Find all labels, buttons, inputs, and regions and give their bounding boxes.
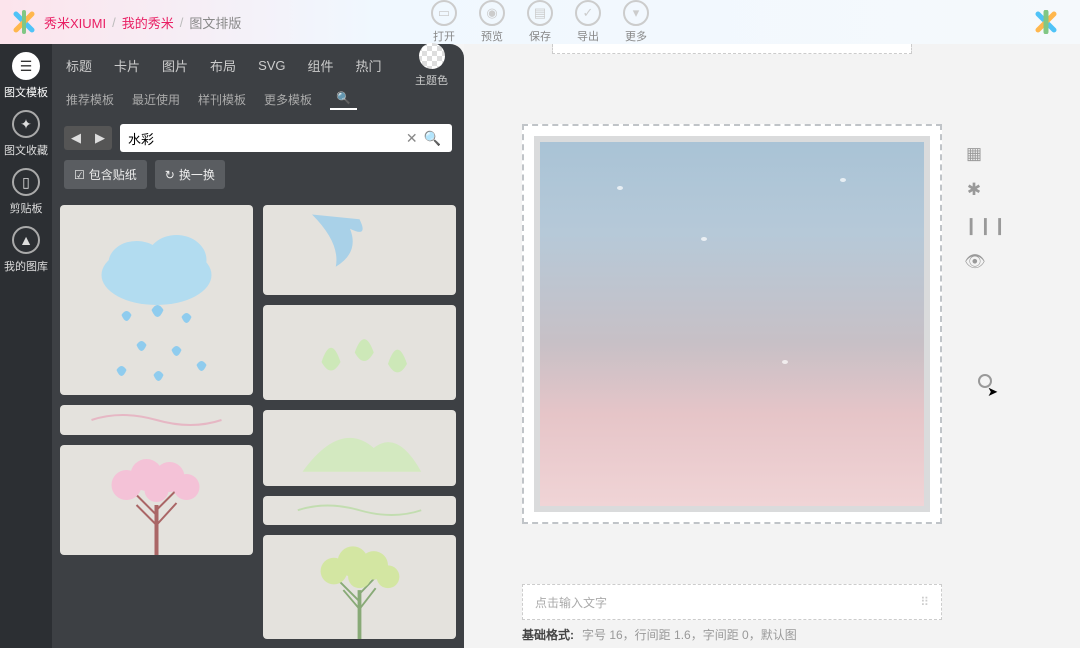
canvas-area: ▦ ✱ ❙❙❙ 👁 ➤ 点击输入文字 ⠿ 基础格式: 字号 16，行间距 1.6，… bbox=[464, 44, 1080, 648]
rail-clipboard[interactable]: ▯剪贴板 bbox=[10, 168, 43, 216]
panel-primary-tabs: 标题 卡片 图片 布局 SVG 组件 热门 主题色 bbox=[52, 44, 464, 80]
breadcrumb: 秀米XIUMI / 我的秀米 / 图文排版 bbox=[44, 13, 241, 32]
template-panel: 标题 卡片 图片 布局 SVG 组件 热门 主题色 推荐模板 最近使用 样刊模板… bbox=[52, 44, 464, 648]
breadcrumb-current: 图文排版 bbox=[189, 13, 241, 32]
theme-label: 主题色 bbox=[415, 72, 448, 88]
save-icon: ▤ bbox=[527, 0, 553, 26]
tab-image[interactable]: 图片 bbox=[162, 56, 188, 75]
search-input[interactable] bbox=[128, 131, 403, 146]
block-side-tools: ▦ ✱ ❙❙❙ 👁 bbox=[964, 144, 984, 272]
tab-component[interactable]: 组件 bbox=[308, 56, 334, 75]
gallery-item-tree-green[interactable] bbox=[263, 535, 456, 639]
save-button[interactable]: ▤保存 bbox=[527, 0, 553, 44]
app-logo-right-icon[interactable] bbox=[1034, 10, 1058, 34]
folder-icon: ▭ bbox=[431, 0, 457, 26]
rail-mylib[interactable]: ▲我的图库 bbox=[4, 226, 48, 274]
gallery-item-divider-pink[interactable] bbox=[60, 405, 253, 435]
text-placeholder-label: 点击输入文字 bbox=[535, 594, 607, 611]
tab-hot[interactable]: 热门 bbox=[356, 56, 382, 75]
selected-image-block[interactable] bbox=[522, 124, 942, 524]
left-rail: ☰图文模板 ✦图文收藏 ▯剪贴板 ▲我的图库 bbox=[0, 44, 52, 648]
breadcrumb-sep: / bbox=[180, 15, 184, 30]
clear-icon[interactable]: ✕ bbox=[403, 130, 421, 147]
subtab-recommend[interactable]: 推荐模板 bbox=[66, 91, 114, 108]
back-button[interactable]: ◀ bbox=[64, 126, 88, 150]
preview-button[interactable]: ◉预览 bbox=[479, 0, 505, 44]
more-button[interactable]: ▾更多 bbox=[623, 0, 649, 44]
export-button[interactable]: ✓导出 bbox=[575, 0, 601, 44]
tab-layout[interactable]: 布局 bbox=[210, 56, 236, 75]
subtab-sample[interactable]: 样刊模板 bbox=[198, 91, 246, 108]
cursor-arrow-icon: ➤ bbox=[987, 384, 998, 400]
tab-svg[interactable]: SVG bbox=[258, 58, 285, 73]
check-square-icon: ☑ bbox=[74, 168, 85, 182]
eye-icon: ◉ bbox=[479, 0, 505, 26]
refresh-icon: ↻ bbox=[165, 168, 175, 182]
eye-icon[interactable]: 👁 bbox=[964, 252, 984, 272]
gallery-item-leaves-green[interactable] bbox=[263, 305, 456, 400]
app-logo-icon bbox=[12, 10, 36, 34]
subtab-search-icon[interactable]: 🔍 bbox=[330, 88, 357, 110]
rail-favorites[interactable]: ✦图文收藏 bbox=[4, 110, 48, 158]
subtab-recent[interactable]: 最近使用 bbox=[132, 91, 180, 108]
panel-search-row: ◀ ▶ ✕ 🔍 bbox=[52, 116, 464, 160]
sparkle-icon[interactable]: ✱ bbox=[964, 180, 984, 200]
list-icon: ☰ bbox=[12, 52, 40, 80]
gallery-item-divider-green[interactable] bbox=[263, 496, 456, 524]
refresh-chip[interactable]: ↻换一换 bbox=[155, 160, 225, 189]
check-icon: ✓ bbox=[575, 0, 601, 26]
panel-chips: ☑包含贴纸 ↻换一换 bbox=[52, 160, 464, 199]
format-footer: 基础格式: 字号 16，行间距 1.6，字间距 0，默认图 bbox=[522, 626, 797, 643]
image-icon: ▲ bbox=[12, 226, 40, 254]
breadcrumb-mine[interactable]: 我的秀米 bbox=[122, 13, 174, 32]
include-sticker-chip[interactable]: ☑包含贴纸 bbox=[64, 160, 147, 189]
rail-templates[interactable]: ☰图文模板 bbox=[4, 52, 48, 100]
subtab-more[interactable]: 更多模板 bbox=[264, 91, 312, 108]
gallery-item-bird[interactable] bbox=[263, 205, 456, 295]
previous-block-edge[interactable] bbox=[552, 44, 912, 54]
search-box: ✕ 🔍 bbox=[120, 124, 452, 152]
template-gallery bbox=[52, 199, 464, 645]
gallery-item-hill-green[interactable] bbox=[263, 410, 456, 486]
gallery-item-cloud-rain[interactable] bbox=[60, 205, 253, 395]
text-placeholder-block[interactable]: 点击输入文字 ⠿ bbox=[522, 584, 942, 620]
top-bar: 秀米XIUMI / 我的秀米 / 图文排版 ▭打开 ◉预览 ▤保存 ✓导出 ▾更… bbox=[0, 0, 1080, 44]
drag-handle-icon[interactable]: ⠿ bbox=[920, 595, 929, 609]
breadcrumb-brand[interactable]: 秀米XIUMI bbox=[44, 13, 106, 32]
search-icon[interactable]: 🔍 bbox=[421, 130, 444, 147]
gallery-item-tree-pink[interactable] bbox=[60, 445, 253, 555]
heart-icon: ✦ bbox=[12, 110, 40, 138]
chevron-down-icon: ▾ bbox=[623, 0, 649, 26]
tab-title[interactable]: 标题 bbox=[66, 56, 92, 75]
format-label: 基础格式: bbox=[522, 628, 574, 642]
panel-secondary-tabs: 推荐模板 最近使用 样刊模板 更多模板 🔍 bbox=[52, 82, 464, 116]
forward-button[interactable]: ▶ bbox=[88, 126, 112, 150]
clipboard-icon: ▯ bbox=[12, 168, 40, 196]
theme-color-picker[interactable]: 主题色 bbox=[415, 43, 448, 88]
tab-card[interactable]: 卡片 bbox=[114, 56, 140, 75]
topbar-actions: ▭打开 ◉预览 ▤保存 ✓导出 ▾更多 bbox=[431, 0, 649, 44]
format-detail: 字号 16，行间距 1.6，字间距 0，默认图 bbox=[582, 628, 797, 642]
transparent-swatch-icon bbox=[419, 43, 445, 69]
breadcrumb-sep: / bbox=[112, 15, 116, 30]
watercolor-sky-image bbox=[534, 136, 930, 512]
history-nav: ◀ ▶ bbox=[64, 126, 112, 150]
bars-icon[interactable]: ❙❙❙ bbox=[964, 216, 984, 236]
grid-icon[interactable]: ▦ bbox=[964, 144, 984, 164]
open-button[interactable]: ▭打开 bbox=[431, 0, 457, 44]
